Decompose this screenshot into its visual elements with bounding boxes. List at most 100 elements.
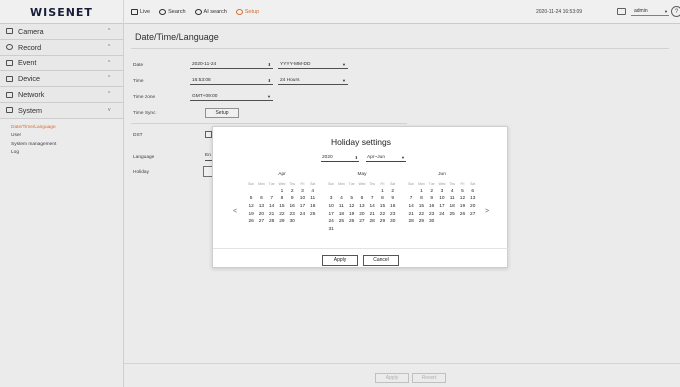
calendar-day[interactable]: 18 — [447, 204, 457, 209]
calendar-day[interactable]: 4 — [336, 196, 346, 201]
calendar-day[interactable]: 2 — [427, 189, 437, 194]
calendar-day[interactable]: 8 — [277, 196, 287, 201]
calendar-day[interactable]: 30 — [427, 219, 437, 224]
calendar-day[interactable]: 5 — [347, 196, 357, 201]
calendar-day[interactable]: 1 — [277, 189, 287, 194]
calendar-day[interactable]: 13 — [468, 196, 478, 201]
calendar-day[interactable]: 12 — [347, 204, 357, 209]
calendar-day[interactable]: 21 — [367, 212, 377, 217]
calendar-day[interactable]: 30 — [388, 219, 398, 224]
calendar-day[interactable]: 10 — [297, 196, 307, 201]
calendar-day[interactable]: 17 — [297, 204, 307, 209]
calendar-day[interactable]: 23 — [388, 212, 398, 217]
calendar-day[interactable]: 19 — [457, 204, 467, 209]
year-stepper[interactable]: 2020 ⬍ — [321, 154, 359, 162]
calendar-day[interactable]: 9 — [388, 196, 398, 201]
calendar-day[interactable]: 7 — [267, 196, 277, 201]
calendar-day[interactable]: 12 — [246, 204, 256, 209]
calendar-day[interactable]: 13 — [357, 204, 367, 209]
dialog-cancel-button[interactable]: Cancel — [363, 255, 399, 266]
calendar-day[interactable]: 6 — [256, 196, 266, 201]
calendar-day[interactable]: 16 — [388, 204, 398, 209]
calendar-day[interactable]: 24 — [437, 212, 447, 217]
calendar-day[interactable]: 12 — [457, 196, 467, 201]
calendar-day[interactable]: 22 — [416, 212, 426, 217]
range-select[interactable]: Apr~Jun ▼ — [366, 154, 406, 162]
calendar-day[interactable]: 10 — [326, 204, 336, 209]
calendar-day[interactable]: 15 — [277, 204, 287, 209]
calendar-day[interactable]: 6 — [468, 189, 478, 194]
calendar-day[interactable]: 17 — [326, 212, 336, 217]
calendar-day[interactable]: 21 — [267, 212, 277, 217]
calendar-day[interactable]: 23 — [287, 212, 297, 217]
calendar-day[interactable]: 3 — [437, 189, 447, 194]
calendar-day[interactable]: 4 — [447, 189, 457, 194]
calendar-day[interactable]: 23 — [427, 212, 437, 217]
calendar-day[interactable]: 29 — [377, 219, 387, 224]
calendar-day[interactable]: 11 — [308, 196, 318, 201]
calendar-day[interactable]: 4 — [308, 189, 318, 194]
calendar-day[interactable]: 3 — [326, 196, 336, 201]
calendar-day[interactable]: 14 — [267, 204, 277, 209]
calendar-day[interactable]: 31 — [326, 227, 336, 232]
calendar-day[interactable]: 14 — [367, 204, 377, 209]
calendar-day[interactable]: 22 — [377, 212, 387, 217]
calendar-day[interactable]: 1 — [416, 189, 426, 194]
calendar-day[interactable]: 16 — [287, 204, 297, 209]
calendar-day[interactable]: 20 — [468, 204, 478, 209]
calendar-day[interactable]: 10 — [437, 196, 447, 201]
calendar-day[interactable]: 11 — [447, 196, 457, 201]
calendar-day[interactable]: 15 — [377, 204, 387, 209]
calendar-day[interactable]: 28 — [267, 219, 277, 224]
calendar-day[interactable]: 2 — [388, 189, 398, 194]
calendar-day[interactable]: 8 — [377, 196, 387, 201]
calendar-day[interactable]: 16 — [427, 204, 437, 209]
next-arrow-icon[interactable]: > — [485, 208, 489, 215]
prev-arrow-icon[interactable]: < — [233, 208, 237, 215]
calendar-day[interactable]: 22 — [277, 212, 287, 217]
calendar-day[interactable]: 19 — [246, 212, 256, 217]
calendar-day[interactable]: 20 — [256, 212, 266, 217]
calendar-day[interactable]: 25 — [447, 212, 457, 217]
calendar-day[interactable]: 30 — [287, 219, 297, 224]
calendar-day[interactable]: 2 — [287, 189, 297, 194]
calendar-day[interactable]: 27 — [357, 219, 367, 224]
calendar-day[interactable]: 9 — [427, 196, 437, 201]
calendar-week: 12 13 14 15 16 17 18 — [246, 203, 318, 211]
weekday-label: Thu — [289, 181, 296, 186]
calendar-day[interactable]: 29 — [277, 219, 287, 224]
calendar-day[interactable]: 26 — [347, 219, 357, 224]
calendar-week — [246, 226, 318, 234]
calendar-day[interactable]: 7 — [367, 196, 377, 201]
calendar-day[interactable]: 14 — [406, 204, 416, 209]
calendar-day[interactable]: 13 — [256, 204, 266, 209]
calendar-day[interactable]: 27 — [468, 212, 478, 217]
calendar-day[interactable]: 28 — [367, 219, 377, 224]
calendar-day[interactable]: 28 — [406, 219, 416, 224]
calendar-day[interactable]: 29 — [416, 219, 426, 224]
calendar-day[interactable]: 26 — [457, 212, 467, 217]
calendar-day[interactable]: 25 — [308, 212, 318, 217]
calendar-day[interactable]: 3 — [297, 189, 307, 194]
calendar-day[interactable]: 7 — [406, 196, 416, 201]
calendar-day[interactable]: 5 — [457, 189, 467, 194]
calendar-day[interactable]: 6 — [357, 196, 367, 201]
calendar-day[interactable]: 8 — [416, 196, 426, 201]
calendar-day[interactable]: 25 — [336, 219, 346, 224]
calendar-day[interactable]: 19 — [347, 212, 357, 217]
calendar-day[interactable]: 15 — [416, 204, 426, 209]
calendar-day[interactable]: 18 — [336, 212, 346, 217]
calendar-day[interactable]: 17 — [437, 204, 447, 209]
calendar-day[interactable]: 26 — [246, 219, 256, 224]
calendar-day[interactable]: 11 — [336, 204, 346, 209]
calendar-day[interactable]: 9 — [287, 196, 297, 201]
calendar-day[interactable]: 18 — [308, 204, 318, 209]
calendar-day[interactable]: 5 — [246, 196, 256, 201]
calendar-day[interactable]: 27 — [256, 219, 266, 224]
calendar-day[interactable]: 24 — [326, 219, 336, 224]
calendar-day[interactable]: 1 — [377, 189, 387, 194]
dialog-apply-button[interactable]: Apply — [322, 255, 358, 266]
calendar-day[interactable]: 21 — [406, 212, 416, 217]
calendar-day[interactable]: 20 — [357, 212, 367, 217]
calendar-day[interactable]: 24 — [297, 212, 307, 217]
